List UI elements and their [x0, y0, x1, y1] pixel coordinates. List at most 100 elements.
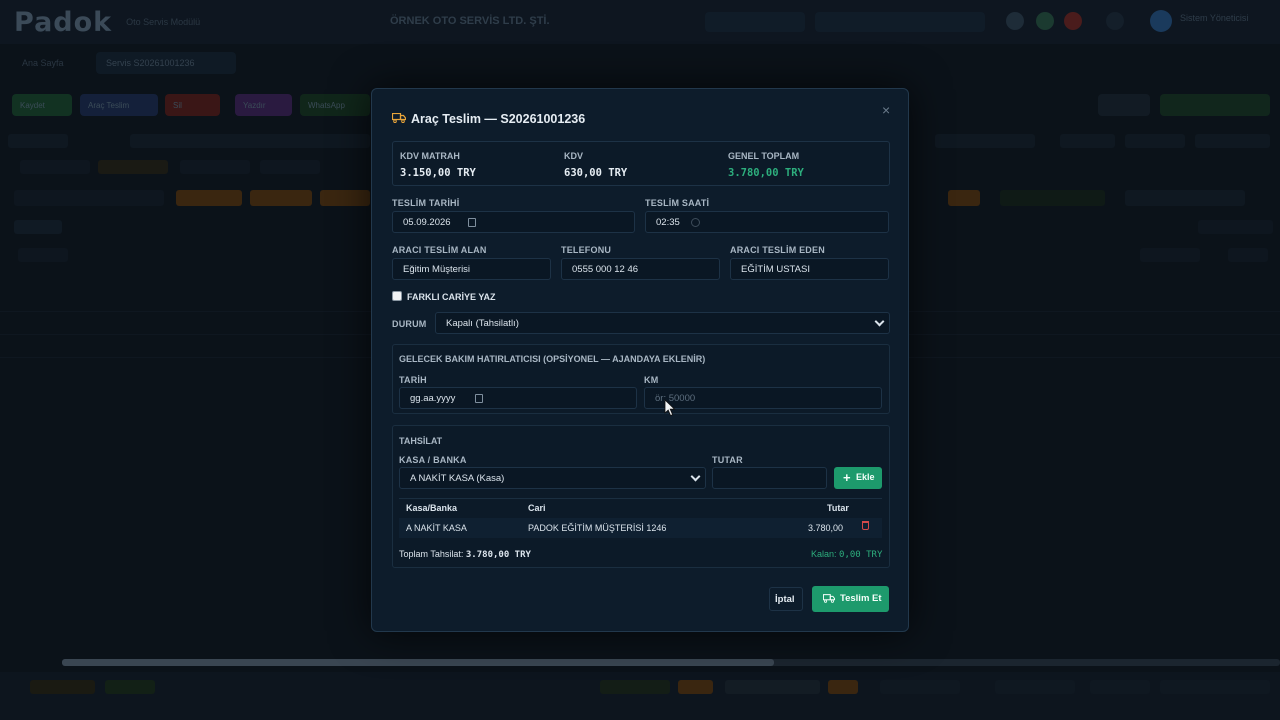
truck-icon — [392, 113, 406, 123]
bg-chip — [1160, 680, 1270, 694]
cash-bank-value: A NAKİT KASA (Kasa) — [410, 473, 505, 484]
app-logo: Padok — [14, 6, 113, 38]
cancel-label: İptal — [775, 594, 795, 605]
different-account-label: FARKLI CARİYE YAZ — [407, 292, 496, 302]
kdv-value: 630,00 TRY — [564, 167, 628, 179]
phone-field[interactable]: 0555 000 12 46 — [561, 258, 720, 280]
company-name: ÖRNEK OTO SERVİS LTD. ŞTİ. — [390, 15, 550, 27]
bg-chip — [105, 680, 155, 694]
bg-deliver-button: Araç Teslim — [80, 94, 158, 116]
user-menu: Sistem Yöneticisi — [1150, 8, 1270, 36]
top-bar: Padok Oto Servis Modülü ÖRNEK OTO SERVİS… — [0, 0, 1280, 44]
bg-chip — [995, 680, 1075, 694]
cash-bank-label: KASA / BANKA — [399, 455, 467, 465]
status-label: DURUM — [392, 319, 427, 329]
bg-chip — [1090, 680, 1150, 694]
delivery-time-value: 02:35 — [656, 217, 680, 228]
calendar-icon[interactable] — [475, 394, 483, 403]
footer-bar — [0, 672, 1280, 720]
amount-input[interactable] — [712, 467, 827, 489]
maintenance-title: GELECEK BAKIM HATIRLATICISI (OPSİYONEL —… — [399, 354, 706, 364]
bg-chip — [1198, 220, 1273, 234]
clock-icon[interactable] — [691, 218, 700, 227]
delivery-date-label: TESLİM TARİHİ — [392, 198, 460, 208]
bg-chip — [20, 160, 90, 174]
theme-icon — [1106, 12, 1124, 30]
remaining-amount: Kalan: 0,00 TRY — [811, 549, 882, 560]
user-name: Sistem Yöneticisi — [1180, 13, 1249, 23]
km-field[interactable]: ör: 50000 — [644, 387, 882, 409]
receiver-value: Eğitim Müşterisi — [403, 264, 471, 275]
bg-chip — [678, 680, 713, 694]
bg-chip — [1125, 190, 1245, 206]
bg-chip — [1060, 134, 1115, 148]
avatar — [1150, 10, 1172, 32]
bg-chip — [98, 160, 168, 174]
bg-delete-button: Sil — [165, 94, 220, 116]
maintenance-date-placeholder: gg.aa.yyyy — [410, 393, 456, 404]
bg-chip — [828, 680, 858, 694]
deliverer-label: ARACI TESLİM EDEN — [730, 245, 825, 255]
collection-title: TAHSİLAT — [399, 436, 443, 446]
receiver-field[interactable]: Eğitim Müşterisi — [392, 258, 551, 280]
rate-pill — [815, 12, 985, 32]
bg-chip — [14, 190, 164, 206]
message-icon — [1036, 12, 1054, 30]
remaining-value: 0,00 TRY — [839, 550, 883, 560]
delivery-date-value: 05.09.2026 — [403, 217, 451, 228]
totals-summary: KDV MATRAH 3.150,00 TRY KDV 630,00 TRY G… — [392, 141, 890, 186]
search-pill — [705, 12, 805, 32]
bg-chip — [260, 160, 320, 174]
remaining-label: Kalan: — [811, 549, 837, 559]
maintenance-date-field[interactable]: gg.aa.yyyy — [399, 387, 637, 409]
total-collection-label: Toplam Tahsilat: — [399, 549, 464, 559]
mouse-cursor-icon — [664, 399, 676, 417]
grand-total-value: 3.780,00 TRY — [728, 167, 804, 179]
delivery-date-field[interactable]: 05.09.2026 — [392, 211, 635, 233]
row-amount: 3.780,00 — [808, 523, 844, 533]
dialog-title: Araç Teslim — S20261001236 — [411, 112, 586, 126]
bg-chip — [948, 190, 980, 206]
bg-chip — [180, 160, 250, 174]
phone-value: 0555 000 12 46 — [572, 264, 639, 275]
phone-label: TELEFONU — [561, 245, 612, 255]
deliverer-field[interactable]: EĞİTİM USTASI — [730, 258, 889, 280]
calendar-icon[interactable] — [468, 218, 476, 227]
bg-chip — [320, 190, 370, 206]
tab-home: Ana Sayfa — [22, 58, 64, 68]
bg-chip — [1000, 190, 1105, 206]
bg-chip — [130, 134, 370, 148]
row-cash-bank: A NAKİT KASA — [406, 523, 467, 533]
chevron-down-icon — [690, 471, 701, 482]
cash-bank-select[interactable]: A NAKİT KASA (Kasa) — [399, 467, 706, 489]
add-collection-button[interactable]: + Ekle — [834, 467, 882, 489]
notification-icon — [1006, 12, 1024, 30]
receiver-label: ARACI TESLİM ALAN — [392, 245, 487, 255]
bg-chip — [1228, 248, 1268, 262]
column-header-cash-bank: Kasa/Banka — [406, 503, 458, 513]
bg-chip — [8, 134, 68, 148]
delivery-time-label: TESLİM SAATİ — [645, 198, 710, 208]
bg-chip — [14, 220, 62, 234]
bg-chip — [176, 190, 242, 206]
dialog-header: Araç Teslim — S20261001236 × — [372, 89, 908, 137]
total-collection: Toplam Tahsilat: 3.780,00 TRY — [399, 549, 531, 560]
collection-table: Kasa/Banka Cari Tutar A NAKİT KASA PADOK… — [399, 498, 882, 538]
deliver-button[interactable]: Teslim Et — [812, 586, 889, 612]
add-button-label: Ekle — [856, 472, 875, 482]
deliverer-value: EĞİTİM USTASI — [741, 264, 810, 275]
bg-chip — [1125, 134, 1185, 148]
tab-service: Servis S20261001236 — [96, 52, 236, 74]
bg-save-button: Kaydet — [12, 94, 72, 116]
bg-chip — [600, 680, 670, 694]
cancel-button[interactable]: İptal — [769, 587, 803, 611]
bg-print-button: Yazdır — [235, 94, 292, 116]
grand-total-label: GENEL TOPLAM — [728, 151, 800, 161]
bg-chip — [30, 680, 95, 694]
different-account-checkbox[interactable] — [392, 291, 402, 301]
close-icon[interactable]: × — [882, 102, 890, 118]
app-logo-subtitle: Oto Servis Modülü — [126, 17, 201, 27]
status-select[interactable]: Kapalı (Tahsilatlı) — [435, 312, 890, 334]
delivery-time-field[interactable]: 02:35 — [645, 211, 889, 233]
trash-icon[interactable] — [862, 521, 869, 530]
